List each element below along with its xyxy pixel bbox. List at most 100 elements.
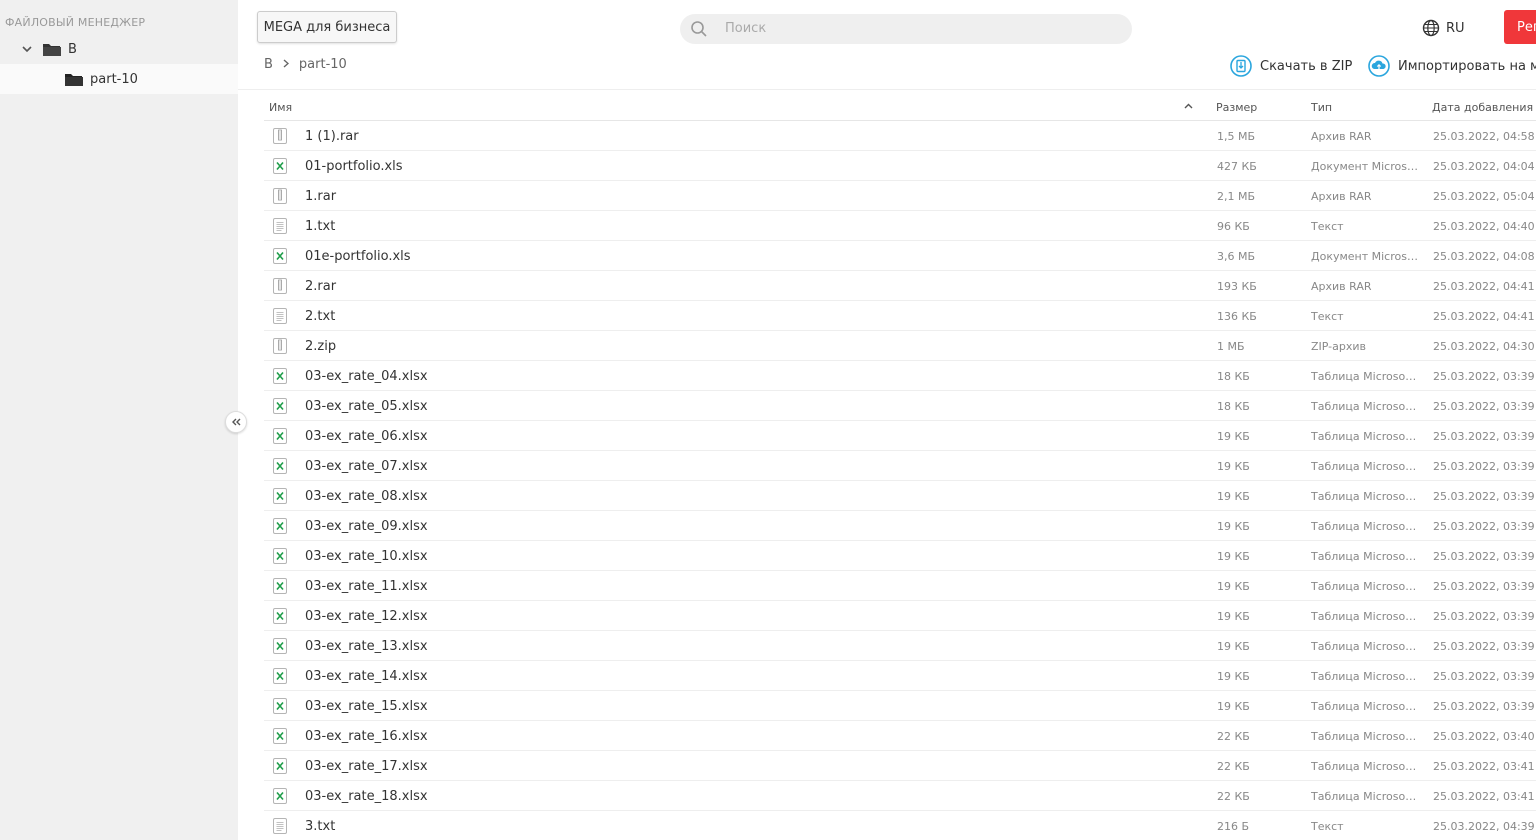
file-type: Документ Microsoft Excel — [1311, 160, 1419, 173]
file-name: 03-ex_rate_10.xlsx — [305, 549, 428, 564]
table-row[interactable]: 03-ex_rate_08.xlsx 19 КБ Таблица Microsoft… — [264, 481, 1536, 511]
file-size: 2,1 МБ — [1217, 190, 1256, 203]
excel-file-icon — [273, 488, 287, 504]
sort-ascending-icon[interactable] — [1184, 101, 1193, 112]
sidebar-item-root-folder[interactable]: B — [0, 34, 238, 64]
file-type: Таблица Microsoft Excel — [1311, 520, 1419, 533]
file-name: 01e-portfolio.xls — [305, 249, 411, 264]
file-size: 136 КБ — [1217, 310, 1257, 323]
file-type: Таблица Microsoft Excel — [1311, 640, 1419, 653]
column-header-date[interactable]: Дата добавления — [1432, 101, 1533, 114]
search-input[interactable] — [725, 21, 1105, 36]
column-header-name[interactable]: Имя — [269, 101, 292, 114]
file-size: 19 КБ — [1217, 580, 1250, 593]
table-row[interactable]: 03-ex_rate_16.xlsx 22 КБ Таблица Microsoft… — [264, 721, 1536, 751]
file-size: 19 КБ — [1217, 610, 1250, 623]
file-date: 25.03.2022, 04:30 — [1433, 340, 1535, 353]
file-name: 03-ex_rate_16.xlsx — [305, 729, 428, 744]
table-row[interactable]: 03-ex_rate_18.xlsx 22 КБ Таблица Microsoft… — [264, 781, 1536, 811]
file-size: 19 КБ — [1217, 670, 1250, 683]
file-date: 25.03.2022, 03:39 — [1433, 460, 1535, 473]
archive-file-icon — [273, 338, 287, 354]
file-type: Таблица Microsoft Excel — [1311, 550, 1419, 563]
file-type: Текст — [1311, 310, 1344, 323]
file-date: 25.03.2022, 04:40 — [1433, 220, 1535, 233]
text-file-icon — [273, 818, 287, 834]
text-file-icon — [273, 308, 287, 324]
table-row[interactable]: 2.zip 1 МБ ZIP-архив 25.03.2022, 04:30 — [264, 331, 1536, 361]
table-row[interactable]: 03-ex_rate_11.xlsx 19 КБ Таблица Microsoft… — [264, 571, 1536, 601]
globe-icon — [1422, 19, 1440, 37]
table-row[interactable]: 3.txt 216 Б Текст 25.03.2022, 04:39 — [264, 811, 1536, 840]
file-size: 19 КБ — [1217, 490, 1250, 503]
table-row[interactable]: 1 (1).rar 1,5 МБ Архив RAR 25.03.2022, 04:5… — [264, 121, 1536, 151]
search-bar[interactable] — [680, 14, 1132, 44]
table-row[interactable]: 03-ex_rate_12.xlsx 19 КБ Таблица Microsoft… — [264, 601, 1536, 631]
file-type: Таблица Microsoft Excel — [1311, 370, 1419, 383]
file-date: 25.03.2022, 03:39 — [1433, 610, 1535, 623]
file-type: Таблица Microsoft Excel — [1311, 610, 1419, 623]
table-row[interactable]: 2.rar 193 КБ Архив RAR 25.03.2022, 04:41 — [264, 271, 1536, 301]
table-row[interactable]: 01e-portfolio.xls 3,6 МБ Документ Microsof… — [264, 241, 1536, 271]
file-name: 03-ex_rate_13.xlsx — [305, 639, 428, 654]
file-size: 193 КБ — [1217, 280, 1257, 293]
file-date: 25.03.2022, 04:04 — [1433, 160, 1535, 173]
collapse-sidebar-button[interactable] — [225, 411, 247, 433]
table-row[interactable]: 03-ex_rate_07.xlsx 19 КБ Таблица Microsoft… — [264, 451, 1536, 481]
file-date: 25.03.2022, 05:04 — [1433, 190, 1535, 203]
file-name: 03-ex_rate_05.xlsx — [305, 399, 428, 414]
table-row[interactable]: 2.txt 136 КБ Текст 25.03.2022, 04:41 — [264, 301, 1536, 331]
file-size: 19 КБ — [1217, 460, 1250, 473]
chevron-down-icon[interactable] — [21, 43, 33, 55]
file-name: 03-ex_rate_15.xlsx — [305, 699, 428, 714]
column-header-size[interactable]: Размер — [1216, 101, 1257, 114]
sidebar-item-label: part-10 — [90, 71, 138, 87]
language-selector[interactable]: RU — [1422, 19, 1465, 37]
mega-business-button[interactable]: MEGA для бизнеса — [257, 11, 397, 43]
file-type: Таблица Microsoft Excel — [1311, 580, 1419, 593]
excel-file-icon — [273, 158, 287, 174]
file-size: 18 КБ — [1217, 400, 1250, 413]
excel-file-icon — [273, 728, 287, 744]
column-header-type[interactable]: Тип — [1311, 101, 1332, 114]
file-table: Имя Размер Тип Дата добавления 1 (1).rar… — [264, 93, 1536, 840]
excel-file-icon — [273, 428, 287, 444]
file-type: Текст — [1311, 820, 1344, 833]
file-type: Таблица Microsoft Excel — [1311, 700, 1419, 713]
file-type: Таблица Microsoft Excel — [1311, 430, 1419, 443]
import-button[interactable]: Импортировать на мой — [1368, 55, 1536, 77]
table-row[interactable]: 01-portfolio.xls 427 КБ Документ Microsoft… — [264, 151, 1536, 181]
download-zip-label: Скачать в ZIP — [1260, 58, 1353, 74]
table-row[interactable]: 03-ex_rate_15.xlsx 19 КБ Таблица Microsoft… — [264, 691, 1536, 721]
file-name: 03-ex_rate_06.xlsx — [305, 429, 428, 444]
table-row[interactable]: 1.txt 96 КБ Текст 25.03.2022, 04:40 — [264, 211, 1536, 241]
file-manager-sidebar: ФАЙЛОВЫЙ МЕНЕДЖЕР B part-10 — [0, 0, 238, 840]
table-row[interactable]: 03-ex_rate_05.xlsx 18 КБ Таблица Microsoft… — [264, 391, 1536, 421]
file-size: 96 КБ — [1217, 220, 1250, 233]
download-zip-button[interactable]: Скачать в ZIP — [1230, 55, 1352, 77]
file-size: 19 КБ — [1217, 640, 1250, 653]
breadcrumb-root[interactable]: B — [264, 57, 273, 72]
table-row[interactable]: 1.rar 2,1 МБ Архив RAR 25.03.2022, 05:04 — [264, 181, 1536, 211]
table-row[interactable]: 03-ex_rate_14.xlsx 19 КБ Таблица Microsoft… — [264, 661, 1536, 691]
sidebar-item-label: B — [68, 41, 77, 57]
breadcrumb: B part-10 — [264, 57, 347, 72]
file-size: 3,6 МБ — [1217, 250, 1256, 263]
table-row[interactable]: 03-ex_rate_17.xlsx 22 КБ Таблица Microsoft… — [264, 751, 1536, 781]
file-type: Таблица Microsoft Excel — [1311, 790, 1419, 803]
file-list: 1 (1).rar 1,5 МБ Архив RAR 25.03.2022, 04:5… — [264, 121, 1536, 840]
excel-file-icon — [273, 578, 287, 594]
sidebar-item-part-10[interactable]: part-10 — [0, 64, 238, 94]
file-date: 25.03.2022, 03:39 — [1433, 520, 1535, 533]
excel-file-icon — [273, 398, 287, 414]
table-row[interactable]: 03-ex_rate_10.xlsx 19 КБ Таблица Microsoft… — [264, 541, 1536, 571]
folder-icon — [64, 72, 84, 87]
excel-file-icon — [273, 458, 287, 474]
file-name: 03-ex_rate_04.xlsx — [305, 369, 428, 384]
table-row[interactable]: 03-ex_rate_09.xlsx 19 КБ Таблица Microsoft… — [264, 511, 1536, 541]
file-date: 25.03.2022, 04:39 — [1433, 820, 1535, 833]
register-button[interactable]: Рег — [1504, 10, 1536, 44]
table-row[interactable]: 03-ex_rate_04.xlsx 18 КБ Таблица Microsoft… — [264, 361, 1536, 391]
table-row[interactable]: 03-ex_rate_13.xlsx 19 КБ Таблица Microsoft… — [264, 631, 1536, 661]
table-row[interactable]: 03-ex_rate_06.xlsx 19 КБ Таблица Microsoft… — [264, 421, 1536, 451]
